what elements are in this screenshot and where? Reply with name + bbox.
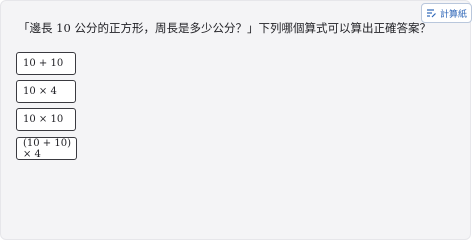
question-number: 10 [56,21,71,35]
question-suffix: 公分的正方形，周長是多少公分？」下列哪個算式可以算出正確答案？ [70,21,431,35]
answer-choice-3[interactable]: 10 × 10 [16,108,76,131]
answer-choice-4[interactable]: (10 + 10) × 4 [16,137,77,160]
answer-choice-label: 10 + 10 [23,58,64,69]
answer-choice-2[interactable]: 10 × 4 [16,80,76,103]
answer-choice-label: (10 + 10) × 4 [23,137,71,160]
pencil-lines-icon [426,8,436,18]
answer-choice-label: 10 × 10 [23,114,64,125]
question-text: 「邊長 10 公分的正方形，周長是多少公分？」下列哪個算式可以算出正確答案？ [18,19,458,37]
answer-choice-label: 10 × 4 [23,86,57,97]
scratchpad-label: 計算紙 [439,9,467,20]
question-panel: 計算紙 「邊長 10 公分的正方形，周長是多少公分？」下列哪個算式可以算出正確答… [0,0,472,240]
answer-choice-1[interactable]: 10 + 10 [16,52,76,75]
question-prefix: 「邊長 [18,21,57,35]
